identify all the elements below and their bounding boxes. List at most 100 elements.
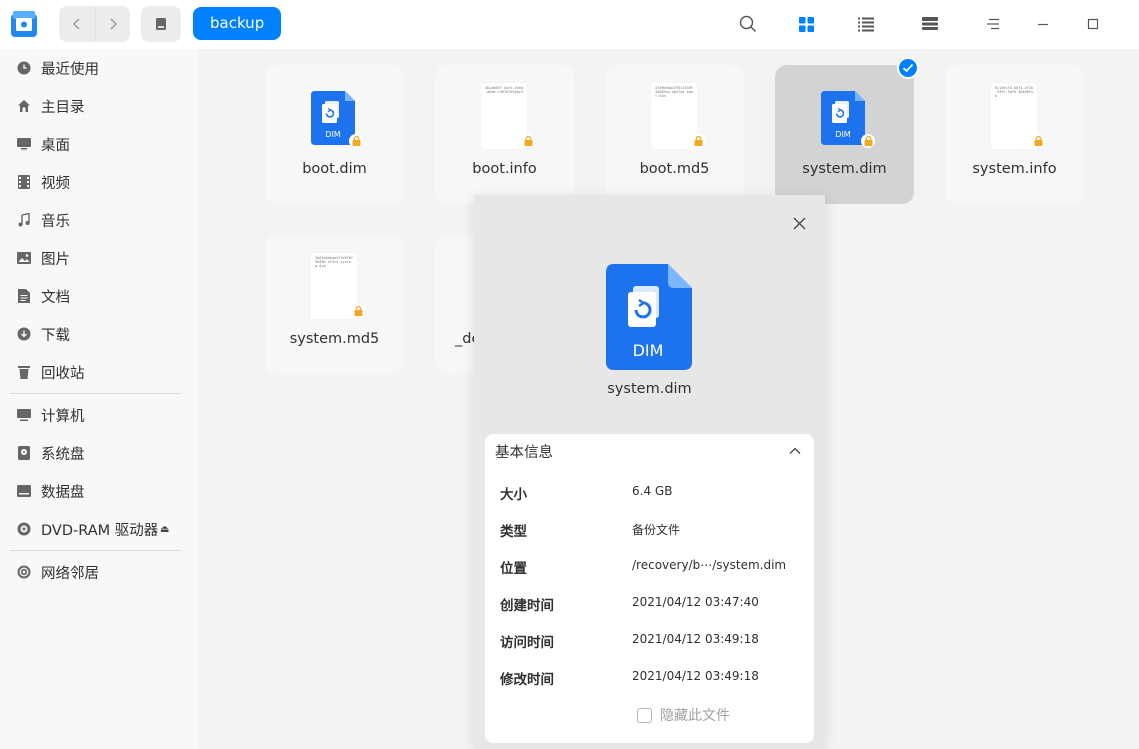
selected-check-icon <box>897 57 919 79</box>
tree-view-icon <box>922 17 938 30</box>
thumbnail-preview-text: 4b1ab63f-6ce7-4ebd-a0ab-f46767b5a0c3 <box>485 86 523 94</box>
property-dialog: DIM system.dim 基本信息 大小 6.4 GB 类型 备份文件 位置… <box>474 195 825 749</box>
grid-view-icon <box>798 16 814 32</box>
home-icon <box>17 99 31 113</box>
lock-icon <box>691 134 705 148</box>
location-label: 位置 <box>500 561 527 577</box>
hide-file-checkbox[interactable] <box>637 707 652 723</box>
sidebar-item-label: 文档 <box>41 289 70 306</box>
thumbnail-preview-text: 2b61a6b6ab4f1b976f9b99d 4f3c4 system.dim <box>315 256 353 268</box>
file-item-boot-dim[interactable]: DIM boot.dim <box>265 65 404 204</box>
sidebar-item-label: DVD-RAM 驱动器 <box>41 522 159 539</box>
file-name: system.dim <box>802 161 887 177</box>
sidebar-item-system-disk[interactable]: 系统盘 <box>0 436 199 470</box>
dim-label: DIM <box>835 130 851 139</box>
data-disk-icon <box>17 484 31 498</box>
sidebar-item-label: 桌面 <box>41 137 70 154</box>
chevron-up-icon[interactable] <box>788 444 802 458</box>
sidebar-item-label: 最近使用 <box>41 61 99 78</box>
sidebar-item-label: 主目录 <box>41 99 85 116</box>
backup-file-icon: DIM <box>821 91 865 145</box>
accessed-time-value: 2021/04/12 03:49:18 <box>632 632 759 646</box>
sidebar-item-videos[interactable]: 视频 <box>0 165 199 199</box>
hide-file-label: 隐藏此文件 <box>660 708 730 724</box>
sidebar-divider <box>10 393 181 394</box>
file-item-boot-info[interactable]: 4b1ab63f-6ce7-4ebd-a0ab-f46767b5a0c3 boo… <box>435 65 574 204</box>
lock-icon <box>521 134 535 148</box>
sidebar-item-trash[interactable]: 回收站 <box>0 355 199 389</box>
sidebar-item-recent[interactable]: 最近使用 <box>0 51 199 85</box>
sidebar-divider <box>10 550 181 551</box>
list-view-icon <box>858 17 874 31</box>
sidebar-item-label: 计算机 <box>41 408 85 425</box>
search-icon <box>739 15 757 33</box>
chevron-left-icon <box>72 18 80 30</box>
disk-button[interactable] <box>141 6 181 42</box>
created-time-value: 2021/04/12 03:47:40 <box>632 595 759 609</box>
desktop-icon <box>17 137 31 151</box>
eject-icon[interactable]: ⏏ <box>160 524 169 535</box>
sidebar: 最近使用 主目录 桌面 视频 音乐 图片 文档 下载 回收站 计算机 系统盘 数… <box>0 49 199 749</box>
sidebar-item-network[interactable]: 网络邻居 <box>0 555 199 589</box>
sidebar-item-label: 网络邻居 <box>41 565 99 582</box>
sidebar-item-desktop[interactable]: 桌面 <box>0 127 199 161</box>
file-item-system-md5[interactable]: 2b61a6b6ab4f1b976f9b99d 4f3c4 system.dim… <box>265 235 404 374</box>
type-label: 类型 <box>500 524 527 540</box>
minimize-icon <box>1038 23 1048 26</box>
disc-icon <box>17 522 31 536</box>
sidebar-item-data-disk[interactable]: 数据盘 <box>0 474 199 508</box>
close-button[interactable] <box>787 211 811 235</box>
computer-icon <box>17 408 31 422</box>
minimize-button[interactable] <box>1031 12 1055 36</box>
dim-label: DIM <box>633 341 664 360</box>
document-icon <box>17 289 31 303</box>
main-menu-button[interactable] <box>981 12 1005 36</box>
back-button[interactable] <box>59 6 95 42</box>
sidebar-item-home[interactable]: 主目录 <box>0 89 199 123</box>
sidebar-item-label: 视频 <box>41 175 70 192</box>
music-icon <box>17 213 31 227</box>
list-view-button[interactable] <box>854 12 878 36</box>
sidebar-item-downloads[interactable]: 下载 <box>0 317 199 351</box>
dim-label: DIM <box>325 130 341 139</box>
lock-icon <box>349 134 363 148</box>
download-icon <box>17 327 31 341</box>
modified-time-value: 2021/04/12 03:49:18 <box>632 669 759 683</box>
chevron-right-icon <box>110 18 117 30</box>
hide-file-option[interactable]: 隐藏此文件 <box>637 705 730 725</box>
location-value: /recovery/b⋯/system.dim <box>632 558 787 572</box>
sidebar-item-label: 数据盘 <box>41 484 85 501</box>
sidebar-item-label: 回收站 <box>41 365 85 382</box>
sidebar-item-music[interactable]: 音乐 <box>0 203 199 237</box>
breadcrumb[interactable]: backup <box>193 7 282 40</box>
file-name: boot.md5 <box>639 161 710 177</box>
icon-view-button[interactable] <box>794 12 818 36</box>
sidebar-item-documents[interactable]: 文档 <box>0 279 199 313</box>
file-item-system-dim[interactable]: DIM system.dim <box>775 65 914 204</box>
maximize-button[interactable] <box>1081 12 1105 36</box>
picture-icon <box>17 251 31 265</box>
type-value: 备份文件 <box>632 523 681 537</box>
lock-icon <box>861 134 875 148</box>
lock-icon <box>351 304 365 318</box>
thumbnail-preview-text: 37a9b6ba4794c1349f34d02ea ab47da boot.di… <box>655 86 693 98</box>
basic-info-section: 基本信息 大小 6.4 GB 类型 备份文件 位置 /recovery/b⋯/s… <box>485 434 814 743</box>
size-label: 大小 <box>500 487 527 503</box>
file-item-system-info[interactable]: 8c19e2f5-b0f4-4f3a-939c-3df6 4d4d0fab sy… <box>945 65 1084 204</box>
sidebar-item-pictures[interactable]: 图片 <box>0 241 199 275</box>
sidebar-item-dvd-drive[interactable]: DVD-RAM 驱动器 ⏏ <box>0 512 199 546</box>
tree-view-button[interactable] <box>918 12 942 36</box>
backup-file-icon: DIM <box>311 91 355 145</box>
forward-button[interactable] <box>94 6 131 42</box>
size-value: 6.4 GB <box>632 484 673 498</box>
file-manager-logo-icon <box>10 10 38 38</box>
sidebar-item-computer[interactable]: 计算机 <box>0 398 199 432</box>
file-item-boot-md5[interactable]: 37a9b6ba4794c1349f34d02ea ab47da boot.di… <box>605 65 744 204</box>
lock-icon <box>1031 134 1045 148</box>
thumbnail-preview-text: 8c19e2f5-b0f4-4f3a-939c-3df6 4d4d0fab <box>995 86 1033 98</box>
dialog-file-name: system.dim <box>607 381 692 397</box>
file-name: boot.dim <box>302 161 367 177</box>
search-button[interactable] <box>736 12 760 36</box>
maximize-icon <box>1087 18 1099 30</box>
backup-file-large-icon: DIM <box>606 264 692 370</box>
